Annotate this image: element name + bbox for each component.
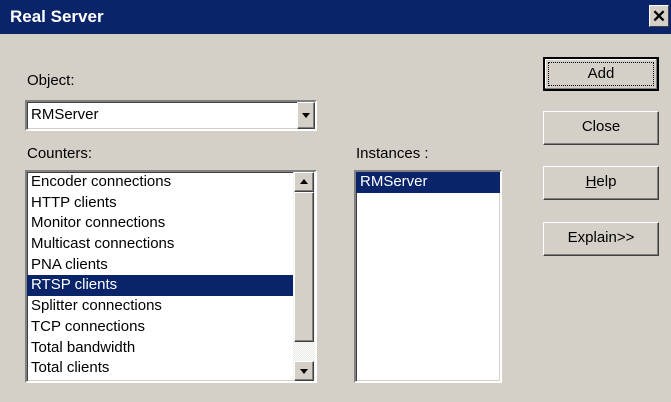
counters-scrollbar[interactable] [293, 172, 315, 381]
counter-item[interactable]: Monitor connections [27, 213, 293, 234]
scroll-up-icon[interactable] [294, 172, 314, 192]
counter-item[interactable]: Multicast connections [27, 234, 293, 255]
counter-item[interactable]: RTSP clients [27, 275, 293, 297]
real-server-dialog: Real Server ✕ Object: RMServer Counters:… [0, 0, 671, 402]
title-bar: Real Server ✕ [0, 0, 671, 34]
counters-listbox[interactable]: Encoder connections HTTP clients Monitor c… [25, 170, 317, 383]
explain-button[interactable]: Explain>> [543, 222, 659, 256]
close-button-label: Close [581, 118, 621, 135]
counters-list: Encoder connections HTTP clients Monitor c… [27, 172, 293, 379]
chevron-down-icon[interactable] [297, 102, 315, 129]
counter-item[interactable]: Total bandwidth [27, 338, 293, 359]
counter-item[interactable]: TCP connections [27, 317, 293, 338]
close-icon[interactable]: ✕ [649, 5, 669, 27]
counter-item[interactable]: Splitter connections [27, 296, 293, 317]
scroll-down-icon[interactable] [294, 361, 314, 381]
object-combobox-value: RMServer [31, 106, 99, 123]
counters-label: Counters: [27, 145, 93, 162]
counter-item[interactable]: Total clients [27, 358, 293, 379]
close-button[interactable]: Close [543, 111, 659, 145]
instance-item[interactable]: RMServer [356, 172, 500, 193]
explain-button-label: Explain>> [567, 229, 635, 246]
counter-item[interactable]: Encoder connections [27, 172, 293, 193]
object-label: Object: [27, 72, 75, 89]
focus-rect [548, 62, 654, 86]
counter-item[interactable]: PNA clients [27, 255, 293, 276]
counter-item[interactable]: HTTP clients [27, 193, 293, 214]
instances-label: Instances : [356, 145, 429, 162]
instances-list: RMServer [356, 172, 500, 193]
help-button-mnemonic: H [585, 173, 597, 190]
window-title: Real Server [10, 7, 104, 26]
instances-listbox[interactable]: RMServer [354, 170, 502, 383]
help-button[interactable]: Help [543, 166, 659, 200]
scrollbar-thumb[interactable] [294, 192, 314, 342]
help-button-label: elp [596, 173, 617, 190]
add-button[interactable]: Add [543, 57, 659, 91]
object-combobox[interactable]: RMServer [25, 100, 317, 131]
